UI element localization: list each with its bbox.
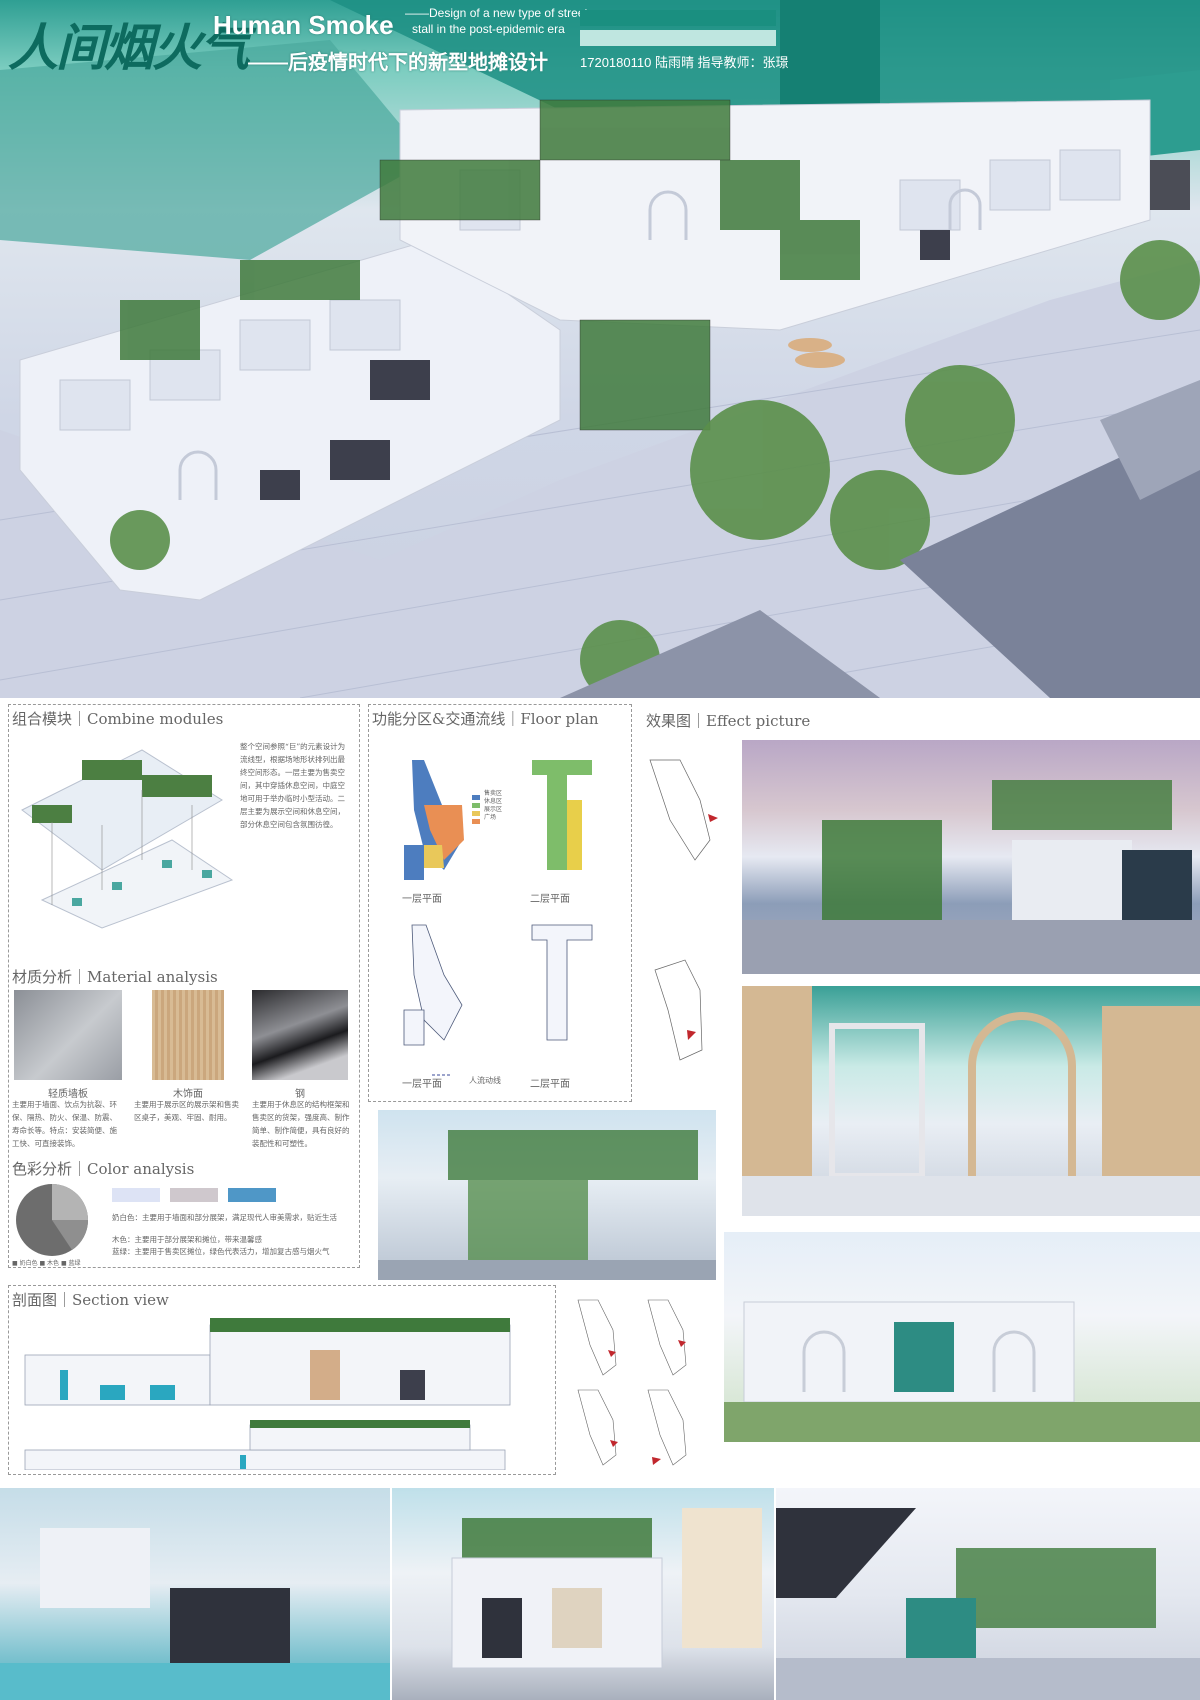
color-line-1: 木色：主要用于部分展架和摊位，带来温馨感 xyxy=(112,1235,262,1244)
section-title: 剖面图｜Section view xyxy=(12,1291,169,1309)
color-pie-chart xyxy=(16,1184,89,1256)
title-cn: 人间烟火气 xyxy=(8,18,250,77)
swatch-teal-blue xyxy=(228,1188,276,1202)
floorplan-label-1: 二层平面 xyxy=(530,894,570,905)
material-title: 材质分析｜Material analysis xyxy=(12,968,218,986)
title-en: Human Smoke xyxy=(213,10,394,40)
zone-legend-2: 展示区 xyxy=(484,806,503,813)
material-wood-image xyxy=(152,990,224,1080)
floorplan-label-0: 一层平面 xyxy=(402,894,442,905)
bottom-render-1 xyxy=(0,1488,390,1700)
effect-render-4 xyxy=(378,1110,716,1280)
floorplan-label-3: 二层平面 xyxy=(530,1079,570,1090)
bottom-render-3 xyxy=(776,1488,1200,1700)
design-line-1: ——Design of a new type of street xyxy=(405,6,588,20)
zone-legend-3: 广场 xyxy=(484,814,497,821)
floorplan-flow-legend: 人流动线 xyxy=(469,1076,501,1085)
effect-render-1-art xyxy=(742,780,1200,974)
combine-description: 整个空间参照“巨”的元素设计为流线型，根据场地形状排列出最终空间形态。一层主要为… xyxy=(240,742,346,829)
combine-module-diagram xyxy=(21,749,234,929)
zone-legend-1: 休息区 xyxy=(484,798,503,805)
effect-render-4-art xyxy=(378,1130,716,1280)
design-line-2: stall in the post-epidemic era xyxy=(412,22,565,36)
effect-render-2-art xyxy=(742,986,1200,1216)
material-wallboard-image xyxy=(14,990,122,1080)
material-desc-0: 主要用于墙面、饮点为抗裂、环保、隔热、防火、保温、防震、寿命长等。特点：安装简便… xyxy=(12,1100,117,1148)
color-line-2: 蓝绿：主要用于售卖区摊位，绿色代表活力，增加复古感与烟火气 xyxy=(112,1247,330,1256)
effect-render-3 xyxy=(724,1232,1200,1442)
aerial-render-illustration xyxy=(0,0,1200,698)
effect-title: 效果图｜Effect picture xyxy=(646,712,811,730)
color-pie-legend: ■ 奶白色 ■ 木色 ■ 蓝绿 xyxy=(12,1260,81,1267)
poster-title-block: 人间烟火气 Human Smoke ——后疫情时代下的新型地摊设计 ——Desi… xyxy=(0,0,1200,80)
material-desc-1: 主要用于展示区的展示架和售卖区桌子，美观、牢固、耐用。 xyxy=(134,1100,239,1122)
bottom-render-2 xyxy=(392,1488,774,1700)
section-drawings xyxy=(24,1318,511,1470)
bottom-render-2-art xyxy=(451,1508,762,1669)
floorplan-zone-legend: 售卖区 休息区 展示区 广场 xyxy=(484,790,502,822)
swatch-milk-white xyxy=(112,1188,160,1202)
color-title: 色彩分析｜Color analysis xyxy=(12,1160,195,1178)
color-line-0: 奶白色：主要用于墙面和部分展架，满足现代人审美需求，贴近生活 xyxy=(112,1213,337,1222)
hero-rendering: 人间烟火气 Human Smoke ——后疫情时代下的新型地摊设计 ——Desi… xyxy=(0,0,1200,698)
accent-bar-bottom xyxy=(580,30,776,46)
section-key-plans xyxy=(577,1299,687,1466)
effect-render-3-art xyxy=(724,1301,1200,1442)
student-info: 1720180110 陆雨晴 指导教师：张璟 xyxy=(580,55,789,70)
subtitle: ——后疫情时代下的新型地摊设计 xyxy=(248,52,548,74)
accent-bar-top xyxy=(580,10,776,26)
material-steel-image xyxy=(252,990,348,1080)
swatch-wood xyxy=(170,1188,218,1202)
bottom-render-1-art xyxy=(0,1528,390,1700)
bottom-render-3-art xyxy=(776,1508,1200,1700)
effect-render-1 xyxy=(742,740,1200,974)
floorplan-label-2: 一层平面 xyxy=(402,1079,442,1090)
effect-render-2 xyxy=(742,986,1200,1216)
effect-key-plans xyxy=(649,759,718,1061)
material-desc-2: 主要用于休息区的结构框架和售卖区的货架，强度高、制作简单、制作简便，具有良好的装… xyxy=(252,1100,350,1148)
floorplan-title: 功能分区&交通流线｜Floor plan xyxy=(372,710,599,728)
zone-legend-0: 售卖区 xyxy=(484,790,503,797)
combine-title: 组合模块｜Combine modules xyxy=(12,710,224,728)
